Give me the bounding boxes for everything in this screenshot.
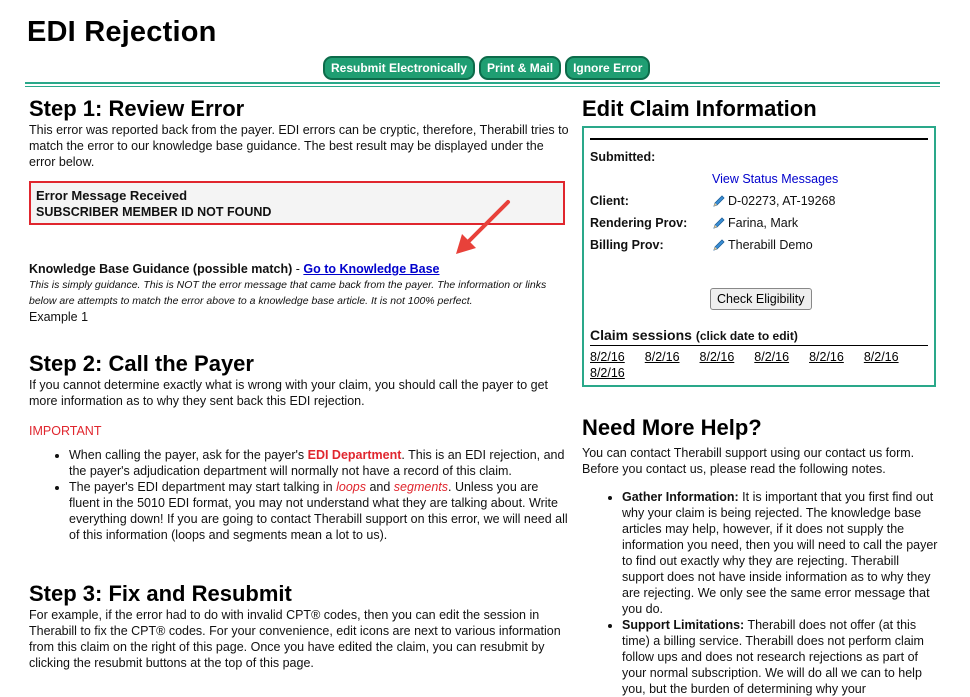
session-date-link[interactable]: 8/2/16 (645, 349, 680, 365)
pencil-icon[interactable] (712, 194, 726, 208)
billing-prov-value: Therabill Demo (728, 238, 813, 252)
arrow-icon (456, 200, 510, 254)
session-date-link[interactable]: 8/2/16 (700, 349, 735, 365)
panel-divider (590, 138, 928, 140)
kb-separator: - (292, 262, 304, 276)
session-date-link[interactable]: 8/2/16 (590, 365, 625, 381)
kb-example: Example 1 (29, 310, 89, 324)
step3-heading: Step 3: Fix and Resubmit (29, 581, 292, 606)
kb-label: Knowledge Base Guidance (possible match) (29, 262, 293, 276)
main-column: Step 1: Review Error This error was repo… (29, 96, 569, 671)
pencil-icon[interactable] (712, 238, 726, 252)
rendering-prov-label: Rendering Prov: (590, 216, 688, 230)
session-dates-list: 8/2/16 8/2/16 8/2/16 8/2/16 8/2/16 8/2/16 8/2/… (590, 349, 928, 381)
billing-prov-row: Billing Prov: Therabill Demo (590, 234, 928, 256)
header-divider (25, 82, 940, 84)
list-item: When calling the payer, ask for the paye… (69, 447, 569, 479)
payer-tips-list: When calling the payer, ask for the paye… (29, 447, 569, 543)
session-date-link[interactable]: 8/2/16 (590, 349, 625, 365)
ignore-error-button[interactable]: Ignore Error (565, 56, 651, 80)
list-item: Support Limitations: Therabill does not … (622, 617, 938, 697)
help-list: Gather Information: It is important that… (582, 489, 938, 697)
step3-intro: For example, if the error had to do with… (29, 608, 561, 670)
important-label: IMPORTANT (29, 424, 102, 438)
gather-info-title: Gather Information: (622, 490, 739, 504)
edi-department-highlight: EDI Department (307, 448, 402, 462)
rendering-prov-value: Farina, Mark (728, 216, 799, 230)
status-row: View Status Messages (590, 168, 928, 190)
page-title: EDI Rejection (27, 16, 217, 48)
action-toolbar: Resubmit Electronically Print & Mail Ign… (323, 56, 651, 80)
kb-guidance-line: Knowledge Base Guidance (possible match)… (29, 261, 569, 277)
edit-claim-panel: Submitted: View Status Messages Client: … (582, 126, 936, 387)
submitted-label: Submitted: (590, 150, 656, 164)
session-date-link[interactable]: 8/2/16 (809, 349, 844, 365)
side-column: Edit Claim Information Submitted: View S… (582, 96, 938, 697)
header-divider-thin (25, 86, 940, 87)
billing-prov-label: Billing Prov: (590, 238, 664, 252)
help-intro: You can contact Therabill support using … (582, 446, 915, 476)
help-heading: Need More Help? (582, 415, 762, 440)
step1-intro: This error was reported back from the pa… (29, 123, 569, 169)
session-date-link[interactable]: 8/2/16 (864, 349, 899, 365)
rendering-prov-row: Rendering Prov: Farina, Mark (590, 212, 928, 234)
edit-claim-heading: Edit Claim Information (582, 96, 817, 121)
loops-highlight: loops (336, 480, 366, 494)
pencil-icon[interactable] (712, 216, 726, 230)
client-row: Client: D-02273, AT-19268 (590, 190, 928, 212)
resubmit-electronically-button[interactable]: Resubmit Electronically (323, 56, 476, 80)
check-eligibility-button[interactable]: Check Eligibility (710, 288, 812, 310)
claim-sessions-hint: (click date to edit) (695, 329, 798, 343)
submitted-row: Submitted: (590, 146, 928, 168)
step1-heading: Step 1: Review Error (29, 96, 245, 121)
support-limitations-title: Support Limitations: (622, 618, 745, 632)
claim-sessions-label: Claim sessions (590, 327, 692, 343)
list-item: The payer's EDI department may start tal… (69, 479, 569, 543)
list-item: Gather Information: It is important that… (622, 489, 938, 617)
go-to-knowledge-base-link[interactable]: Go to Knowledge Base (303, 262, 439, 276)
client-label: Client: (590, 194, 629, 208)
claim-sessions-header: Claim sessions (click date to edit) (590, 326, 928, 346)
print-mail-button[interactable]: Print & Mail (479, 56, 562, 80)
kb-disclaimer: This is simply guidance. This is NOT the… (29, 279, 547, 307)
view-status-messages-link[interactable]: View Status Messages (712, 168, 838, 190)
session-date-link[interactable]: 8/2/16 (754, 349, 789, 365)
segments-highlight: segments (393, 480, 448, 494)
step2-intro: If you cannot determine exactly what is … (29, 378, 549, 408)
step2-heading: Step 2: Call the Payer (29, 351, 254, 376)
client-value: D-02273, AT-19268 (728, 194, 836, 208)
